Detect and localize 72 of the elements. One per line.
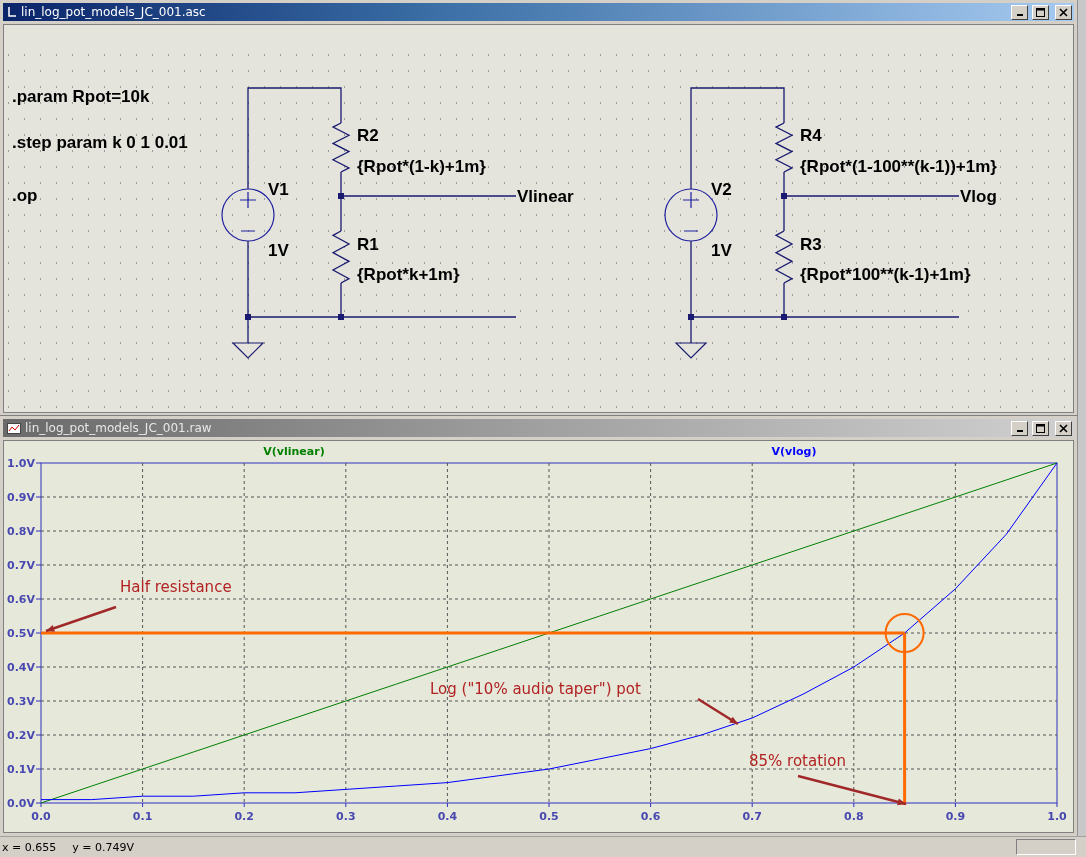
component-value: {Rpot*k+1m} bbox=[357, 265, 460, 284]
ground-symbol bbox=[674, 342, 708, 359]
net-label: Vlog bbox=[960, 187, 997, 206]
close-button[interactable] bbox=[1055, 420, 1072, 436]
component-value: {Rpot*100**(k-1)+1m} bbox=[800, 265, 971, 284]
component-name: R4 bbox=[800, 126, 822, 145]
x-tick-label: 0.9 bbox=[945, 810, 966, 823]
annotation-label: Log ("10% audio taper") pot bbox=[430, 680, 641, 698]
minimize-button[interactable] bbox=[1011, 420, 1028, 436]
window-title: lin_log_pot_models_JC_001.asc bbox=[21, 5, 207, 19]
x-tick-label: 0.1 bbox=[132, 810, 153, 823]
maximize-icon bbox=[1036, 423, 1045, 433]
close-button[interactable] bbox=[1055, 4, 1072, 20]
resistor-symbol bbox=[331, 230, 351, 284]
x-tick-label: 0.7 bbox=[742, 810, 762, 823]
x-tick-label: 0.6 bbox=[640, 810, 661, 823]
trace-label: V(vlog) bbox=[771, 445, 817, 458]
y-tick-label: 1.0V bbox=[7, 457, 35, 470]
leader-arrow bbox=[45, 605, 117, 633]
cursor-y-readout: y = 0.749V bbox=[72, 840, 134, 854]
y-tick-label: 0.9V bbox=[7, 491, 35, 504]
y-tick-label: 0.7V bbox=[7, 559, 35, 572]
y-tick-label: 0.2V bbox=[7, 729, 35, 742]
minimize-icon bbox=[1016, 430, 1023, 432]
spice-directive: .op bbox=[12, 186, 38, 205]
close-icon bbox=[1059, 7, 1068, 17]
x-tick-label: 0.2 bbox=[234, 810, 254, 823]
x-tick-label: 0.3 bbox=[336, 810, 356, 823]
annotation-label: Half resistance bbox=[120, 578, 232, 596]
component-value: {Rpot*(1-100**(k-1))+1m} bbox=[800, 157, 997, 176]
minimize-button[interactable] bbox=[1011, 4, 1028, 20]
maximize-button[interactable] bbox=[1032, 4, 1049, 20]
minimize-icon bbox=[1016, 14, 1023, 16]
y-tick-label: 0.0V bbox=[7, 797, 35, 810]
component-name: R1 bbox=[357, 235, 379, 254]
y-tick-label: 0.8V bbox=[7, 525, 35, 538]
component-value: 1V bbox=[711, 241, 732, 260]
leader-arrow bbox=[697, 697, 739, 726]
annotation-label: 85% rotation bbox=[749, 752, 846, 770]
component-name: R3 bbox=[800, 235, 822, 254]
highlight-circle bbox=[884, 613, 925, 653]
y-tick-label: 0.4V bbox=[7, 661, 35, 674]
x-tick-label: 0.0 bbox=[31, 810, 51, 823]
y-tick-label: 0.3V bbox=[7, 695, 35, 708]
spice-directive: .param Rpot=10k bbox=[12, 87, 150, 106]
x-tick-label: 0.5 bbox=[539, 810, 559, 823]
net-label: Vlinear bbox=[517, 187, 574, 206]
trace-label: V(vlinear) bbox=[263, 445, 325, 458]
close-icon bbox=[1059, 423, 1068, 433]
x-tick-label: 0.8 bbox=[844, 810, 864, 823]
component-name: V1 bbox=[268, 180, 289, 199]
cursor-x-readout: x = 0.655 bbox=[2, 840, 57, 854]
maximize-icon bbox=[1036, 7, 1045, 17]
resistor-symbol bbox=[774, 122, 794, 173]
component-value: {Rpot*(1-k)+1m} bbox=[357, 157, 486, 176]
window-title: lin_log_pot_models_JC_001.raw bbox=[25, 421, 213, 435]
resistor-symbol bbox=[331, 122, 351, 173]
waveform-icon bbox=[7, 422, 21, 434]
status-pane bbox=[1016, 839, 1076, 855]
maximize-button[interactable] bbox=[1032, 420, 1049, 436]
schematic-icon bbox=[7, 6, 17, 18]
y-tick-label: 0.5V bbox=[7, 627, 35, 640]
spice-directive: .step param k 0 1 0.01 bbox=[12, 133, 188, 152]
component-value: 1V bbox=[268, 241, 289, 260]
component-name: V2 bbox=[711, 180, 732, 199]
x-tick-label: 1.0 bbox=[1047, 810, 1067, 823]
ground-symbol bbox=[231, 342, 265, 359]
component-name: R2 bbox=[357, 126, 379, 145]
y-tick-label: 0.1V bbox=[7, 763, 35, 776]
x-tick-label: 0.4 bbox=[437, 810, 458, 823]
y-tick-label: 0.6V bbox=[7, 593, 35, 606]
resistor-symbol bbox=[774, 230, 794, 284]
